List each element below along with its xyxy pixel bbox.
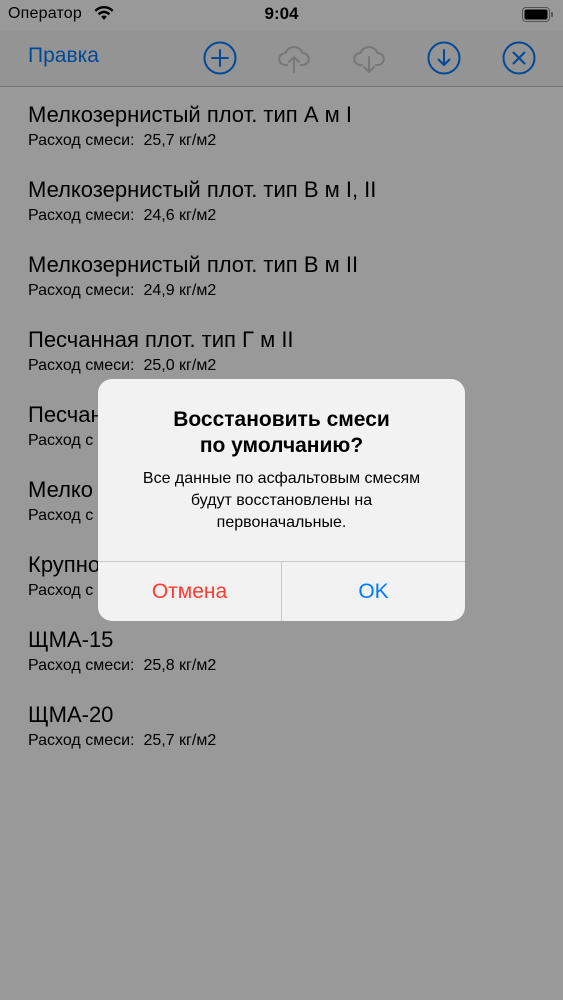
alert-title: Восстановить смеси по умолчанию? <box>173 408 390 457</box>
cancel-button[interactable]: Отмена <box>98 562 281 621</box>
restore-defaults-alert: Восстановить смеси по умолчанию? Все дан… <box>98 379 465 621</box>
app-screen: Оператор 9:04 Правка Мелкозернистый плот… <box>0 0 563 1000</box>
alert-message: Все данные по асфальтовым смесям будут в… <box>142 470 421 531</box>
ok-button[interactable]: OK <box>282 562 465 621</box>
